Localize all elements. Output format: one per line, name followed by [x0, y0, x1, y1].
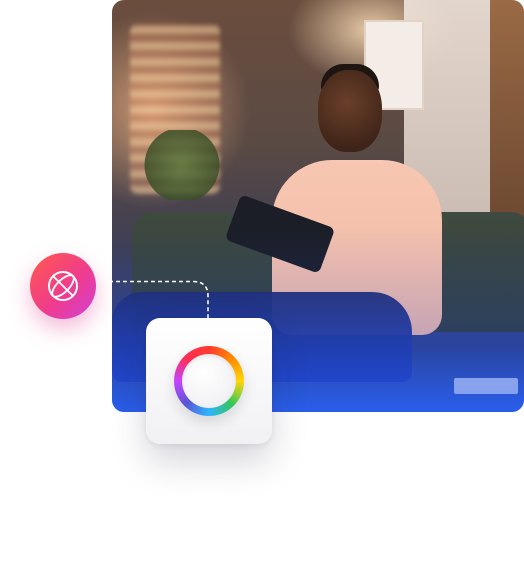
hub-device-tile: [146, 318, 272, 444]
hero-illustration: [0, 0, 524, 565]
color-ring-icon: [174, 346, 244, 416]
globe-icon: [48, 271, 78, 301]
globe-badge: [30, 253, 96, 319]
hub-button: [182, 354, 236, 408]
